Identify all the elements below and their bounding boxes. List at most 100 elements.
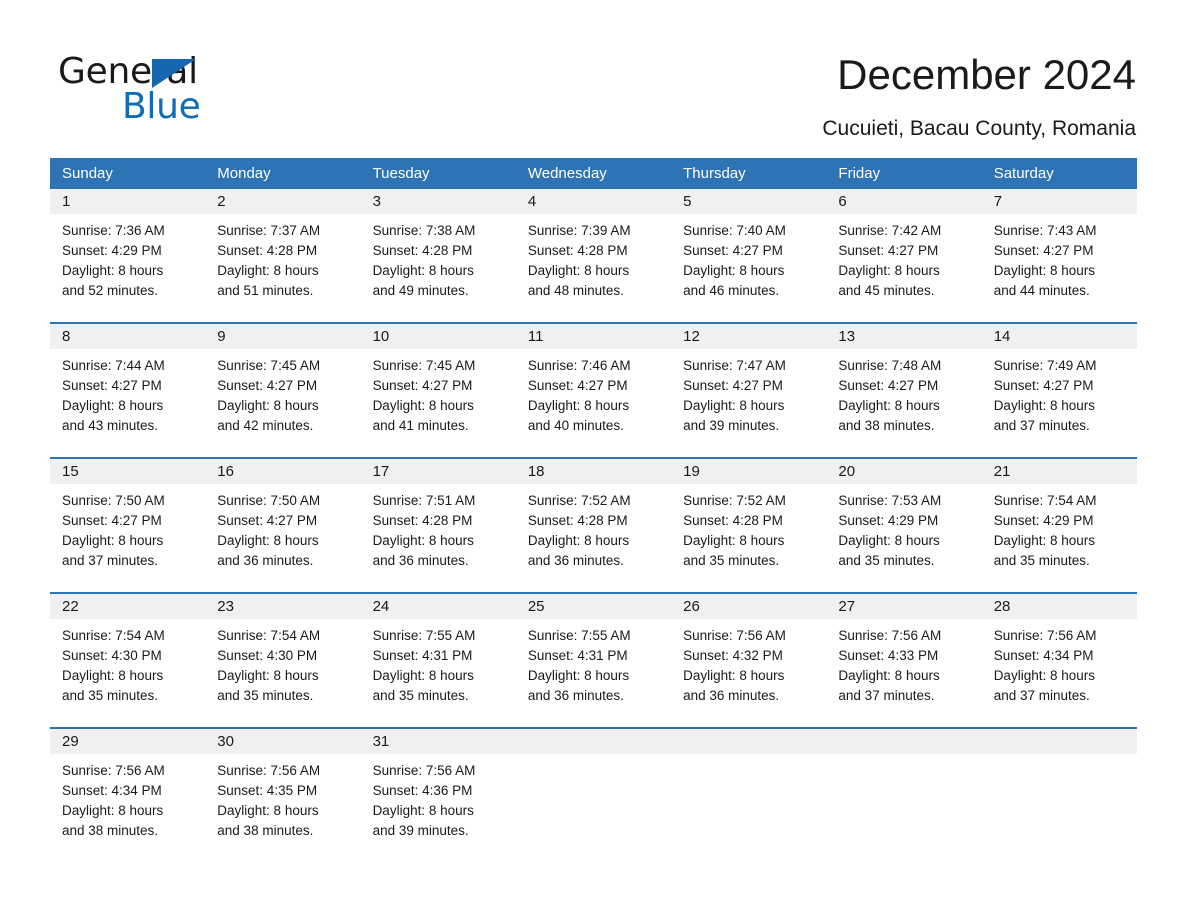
daylight-text-line1: Daylight: 8 hours [838,533,940,548]
day-info: Sunrise: 7:50 AM Sunset: 4:27 PM Dayligh… [50,484,205,571]
day-number-band: 26 [671,594,827,619]
day-cell[interactable]: 21 Sunrise: 7:54 AM Sunset: 4:29 PM Dayl… [981,459,1137,592]
day-cell[interactable]: 16 Sunrise: 7:50 AM Sunset: 4:27 PM Dayl… [205,459,361,592]
daylight-text-line1: Daylight: 8 hours [62,668,164,683]
day-cell[interactable]: 26 Sunrise: 7:56 AM Sunset: 4:32 PM Dayl… [671,594,827,727]
daylight-text-line2: and 36 minutes. [217,553,314,568]
sunrise-text: Sunrise: 7:54 AM [62,628,165,643]
sunset-text: Sunset: 4:28 PM [527,243,628,258]
day-cell[interactable]: 31 Sunrise: 7:56 AM Sunset: 4:36 PM Dayl… [360,729,516,862]
day-cell[interactable]: 27 Sunrise: 7:56 AM Sunset: 4:33 PM Dayl… [826,594,982,727]
day-cell[interactable]: 10 Sunrise: 7:45 AM Sunset: 4:27 PM Dayl… [360,324,516,457]
day-cell[interactable]: 9 Sunrise: 7:45 AM Sunset: 4:27 PM Dayli… [205,324,361,457]
day-cell[interactable]: 5 Sunrise: 7:40 AM Sunset: 4:27 PM Dayli… [671,189,827,322]
day-number: 14 [993,328,1011,345]
sunrise-text: Sunrise: 7:47 AM [683,358,786,373]
day-cell[interactable]: 7 Sunrise: 7:43 AM Sunset: 4:27 PM Dayli… [981,189,1137,322]
sunrise-text: Sunrise: 7:56 AM [683,628,786,643]
day-cell[interactable]: 25 Sunrise: 7:55 AM Sunset: 4:31 PM Dayl… [515,594,672,727]
day-cell[interactable]: 18 Sunrise: 7:52 AM Sunset: 4:28 PM Dayl… [515,459,672,592]
daylight-text-line1: Daylight: 8 hours [838,668,940,683]
day-number-band: 28 [981,594,1137,619]
daylight-text-line2: and 38 minutes. [217,823,314,838]
daylight-text-line2: and 49 minutes. [372,283,469,298]
day-info: Sunrise: 7:43 AM Sunset: 4:27 PM Dayligh… [982,214,1137,301]
day-cell[interactable]: 12 Sunrise: 7:47 AM Sunset: 4:27 PM Dayl… [671,324,827,457]
daylight-text-line2: and 35 minutes. [217,688,314,703]
day-number-band: 5 [671,189,827,214]
weekday-header-friday: Friday [838,165,881,182]
sunset-text: Sunset: 4:28 PM [217,243,318,258]
day-cell[interactable]: 15 Sunrise: 7:50 AM Sunset: 4:27 PM Dayl… [50,459,206,592]
day-info: Sunrise: 7:36 AM Sunset: 4:29 PM Dayligh… [50,214,205,301]
sunrise-text: Sunrise: 7:50 AM [217,493,321,508]
page-title: December 2024 [837,51,1136,98]
day-cell[interactable]: 20 Sunrise: 7:53 AM Sunset: 4:29 PM Dayl… [826,459,982,592]
day-cell-empty [826,729,982,862]
day-cell[interactable]: 30 Sunrise: 7:56 AM Sunset: 4:35 PM Dayl… [205,729,361,862]
page-subtitle-location: Cucuieti, Bacau County, Romania [822,117,1136,140]
sunrise-text: Sunrise: 7:46 AM [527,358,631,373]
sunrise-text: Sunrise: 7:56 AM [838,628,942,643]
day-number: 2 [217,193,226,210]
sunrise-text: Sunrise: 7:52 AM [683,493,786,508]
day-number-band [515,729,672,754]
sunset-text: Sunset: 4:28 PM [372,513,473,528]
day-number-band: 23 [205,594,361,619]
day-cell[interactable]: 17 Sunrise: 7:51 AM Sunset: 4:28 PM Dayl… [360,459,516,592]
day-cell[interactable]: 2 Sunrise: 7:37 AM Sunset: 4:28 PM Dayli… [205,189,361,322]
day-number-band [671,729,827,754]
day-number-band: 29 [50,729,206,754]
day-cell[interactable]: 8 Sunrise: 7:44 AM Sunset: 4:27 PM Dayli… [50,324,206,457]
day-number: 1 [62,193,71,210]
day-cell[interactable]: 29 Sunrise: 7:56 AM Sunset: 4:34 PM Dayl… [50,729,206,862]
day-info: Sunrise: 7:44 AM Sunset: 4:27 PM Dayligh… [50,349,205,436]
day-number-band: 1 [50,189,206,214]
daylight-text-line2: and 48 minutes. [527,283,624,298]
daylight-text-line2: and 36 minutes. [527,553,624,568]
daylight-text-line1: Daylight: 8 hours [372,263,474,278]
day-cell[interactable]: 19 Sunrise: 7:52 AM Sunset: 4:28 PM Dayl… [671,459,827,592]
day-info: Sunrise: 7:52 AM Sunset: 4:28 PM Dayligh… [671,484,826,571]
sunset-text: Sunset: 4:33 PM [838,648,939,663]
day-number: 17 [372,463,390,480]
day-number: 29 [62,733,79,750]
day-cell[interactable]: 28 Sunrise: 7:56 AM Sunset: 4:34 PM Dayl… [981,594,1137,727]
day-info: Sunrise: 7:56 AM Sunset: 4:33 PM Dayligh… [826,619,981,706]
weekday-header-row: Sunday Monday Tuesday Wednesday Thursday… [50,158,1137,189]
day-cell[interactable]: 4 Sunrise: 7:39 AM Sunset: 4:28 PM Dayli… [515,189,672,322]
daylight-text-line1: Daylight: 8 hours [838,398,940,413]
day-cell[interactable]: 23 Sunrise: 7:54 AM Sunset: 4:30 PM Dayl… [205,594,361,727]
day-number-band: 15 [50,459,206,484]
day-cell[interactable]: 22 Sunrise: 7:54 AM Sunset: 4:30 PM Dayl… [50,594,206,727]
day-cell[interactable]: 6 Sunrise: 7:42 AM Sunset: 4:27 PM Dayli… [826,189,982,322]
daylight-text-line2: and 35 minutes. [62,688,159,703]
sunset-text: Sunset: 4:28 PM [683,513,783,528]
daylight-text-line1: Daylight: 8 hours [217,533,319,548]
day-number-band: 9 [205,324,361,349]
day-info: Sunrise: 7:37 AM Sunset: 4:28 PM Dayligh… [205,214,360,301]
day-cell[interactable]: 13 Sunrise: 7:48 AM Sunset: 4:27 PM Dayl… [826,324,982,457]
day-number: 20 [838,463,856,480]
day-info: Sunrise: 7:39 AM Sunset: 4:28 PM Dayligh… [516,214,671,301]
day-cell[interactable]: 14 Sunrise: 7:49 AM Sunset: 4:27 PM Dayl… [981,324,1137,457]
sunrise-text: Sunrise: 7:40 AM [683,223,786,238]
sunset-text: Sunset: 4:32 PM [683,648,783,663]
day-cell[interactable]: 1 Sunrise: 7:36 AM Sunset: 4:29 PM Dayli… [50,189,206,322]
day-info: Sunrise: 7:55 AM Sunset: 4:31 PM Dayligh… [516,619,671,706]
daylight-text-line2: and 37 minutes. [993,688,1090,703]
sunrise-text: Sunrise: 7:52 AM [527,493,631,508]
daylight-text-line1: Daylight: 8 hours [993,263,1095,278]
daylight-text-line2: and 46 minutes. [683,283,780,298]
sunset-text: Sunset: 4:34 PM [62,783,162,798]
sunrise-text: Sunrise: 7:45 AM [372,358,476,373]
day-cell[interactable]: 11 Sunrise: 7:46 AM Sunset: 4:27 PM Dayl… [515,324,672,457]
day-cell[interactable]: 3 Sunrise: 7:38 AM Sunset: 4:28 PM Dayli… [360,189,516,322]
daylight-text-line1: Daylight: 8 hours [527,668,630,683]
daylight-text-line2: and 37 minutes. [62,553,159,568]
sunrise-text: Sunrise: 7:50 AM [62,493,165,508]
day-cell[interactable]: 24 Sunrise: 7:55 AM Sunset: 4:31 PM Dayl… [360,594,516,727]
day-number-band: 14 [981,324,1137,349]
day-info: Sunrise: 7:54 AM Sunset: 4:29 PM Dayligh… [982,484,1137,571]
day-info: Sunrise: 7:51 AM Sunset: 4:28 PM Dayligh… [361,484,516,571]
